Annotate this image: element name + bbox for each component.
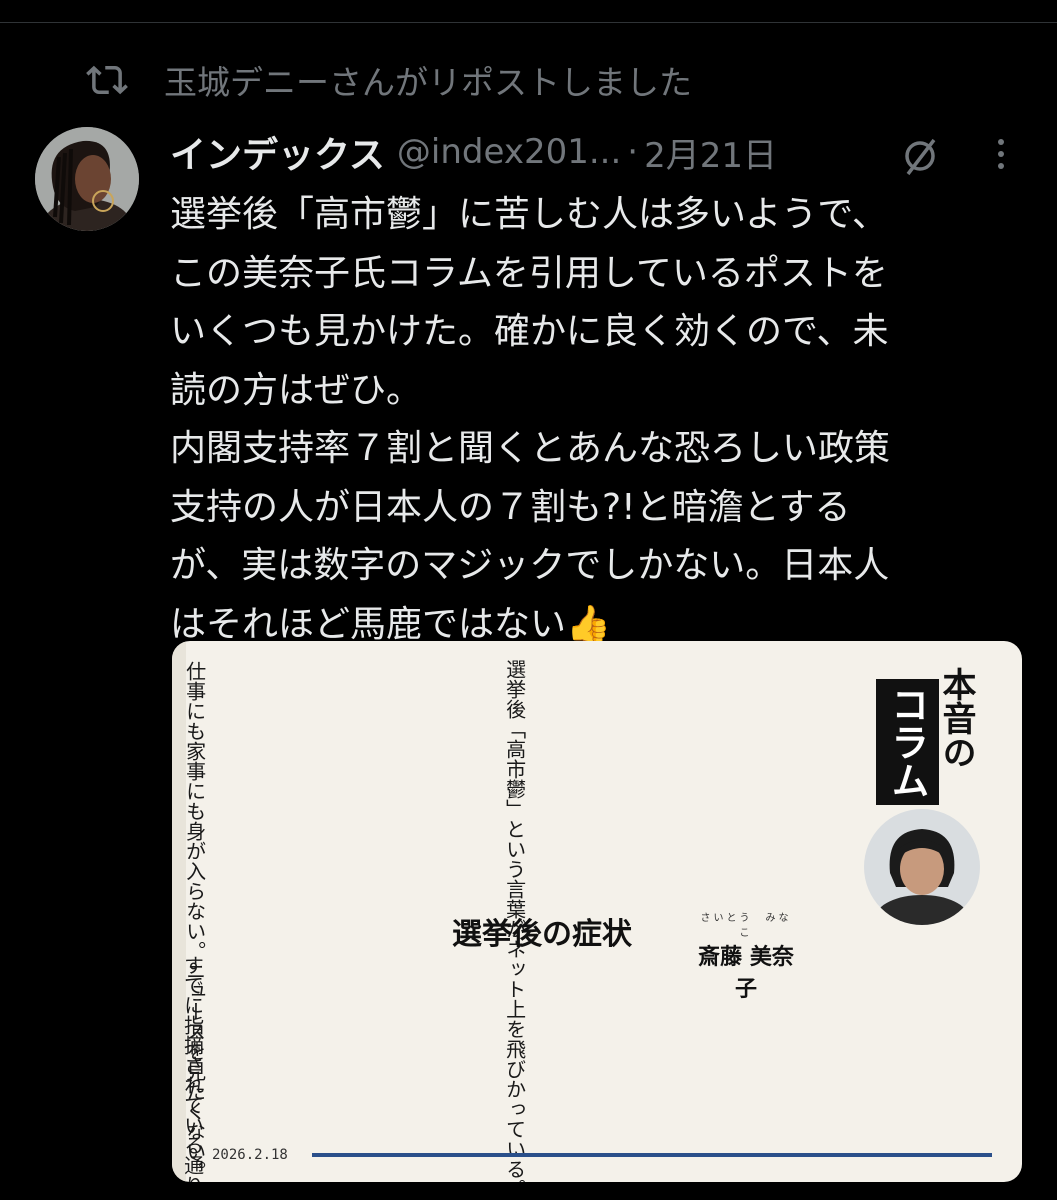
author-handle[interactable]: @index201... <box>397 132 621 172</box>
separator-dot: · <box>627 132 639 172</box>
avatar[interactable] <box>35 127 139 231</box>
repost-icon <box>86 65 128 95</box>
clipping-bottom-bar <box>312 1153 992 1157</box>
clipping-date: 2026.2.18 <box>212 1147 288 1163</box>
author-display-name[interactable]: インデックス <box>170 126 385 178</box>
post-line: 内閣支持率７割と聞くとあんな恐ろしい政策 <box>170 428 891 469</box>
clipping-byline: さいとう みなこ 斎藤 美奈子 <box>696 909 796 1003</box>
post-line: この美奈子氏コラムを引用しているポストを <box>170 252 888 294</box>
post-line: 読の方はぜひ。 <box>170 369 423 411</box>
clipping-title: 選挙後の症状 <box>452 917 632 952</box>
author-photo <box>864 809 980 925</box>
column-logo-top: 本音の <box>936 667 976 769</box>
repost-indicator[interactable]: 玉城デニーさんがリポストしました <box>86 58 692 102</box>
top-divider <box>0 22 1057 23</box>
post-line: 支持の人が日本人の７割も?!と暗澹とする <box>170 486 851 528</box>
clipping-author: 斎藤 美奈子 <box>698 944 794 1002</box>
post-date[interactable]: 2月21日 <box>644 128 777 177</box>
more-icon[interactable] <box>994 136 1008 172</box>
post-image-newspaper-clipping[interactable]: 仕事にも家事にも身が入らない。ニュースを見たくない。体調が悪い。ため息が出る。何… <box>172 641 1022 1182</box>
post-body: 選挙後「高市鬱」に苦しむ人は多いようで、 この美奈子氏コラムを引用しているポスト… <box>170 186 1030 654</box>
post-line: が、実は数字のマジックでしかない。日本人 <box>170 545 890 586</box>
clipping-column-right: 選挙後「高市鬱」という言葉がネット上を飛びかっている。「あ、それ私」と思った人も… <box>502 659 527 1182</box>
post-line: 選挙後「高市鬱」に苦しむ人は多いようで、 <box>170 194 888 235</box>
post-header: インデックス @index201... · 2月21日 <box>170 126 1040 178</box>
column-logo-bottom: コラム <box>876 679 939 805</box>
grok-icon[interactable] <box>898 134 942 178</box>
clipping-column-bottom: すでに指摘されている通り、自民党の議席数こそ３１６だが、得票率は小選挙区４９％、… <box>180 955 205 1182</box>
post-line: いくつも見かけた。確かに良く効くので、未 <box>170 311 889 352</box>
author-ruby: さいとう みなこ <box>700 913 792 939</box>
repost-label: 玉城デニーさんがリポストしました <box>164 63 692 102</box>
